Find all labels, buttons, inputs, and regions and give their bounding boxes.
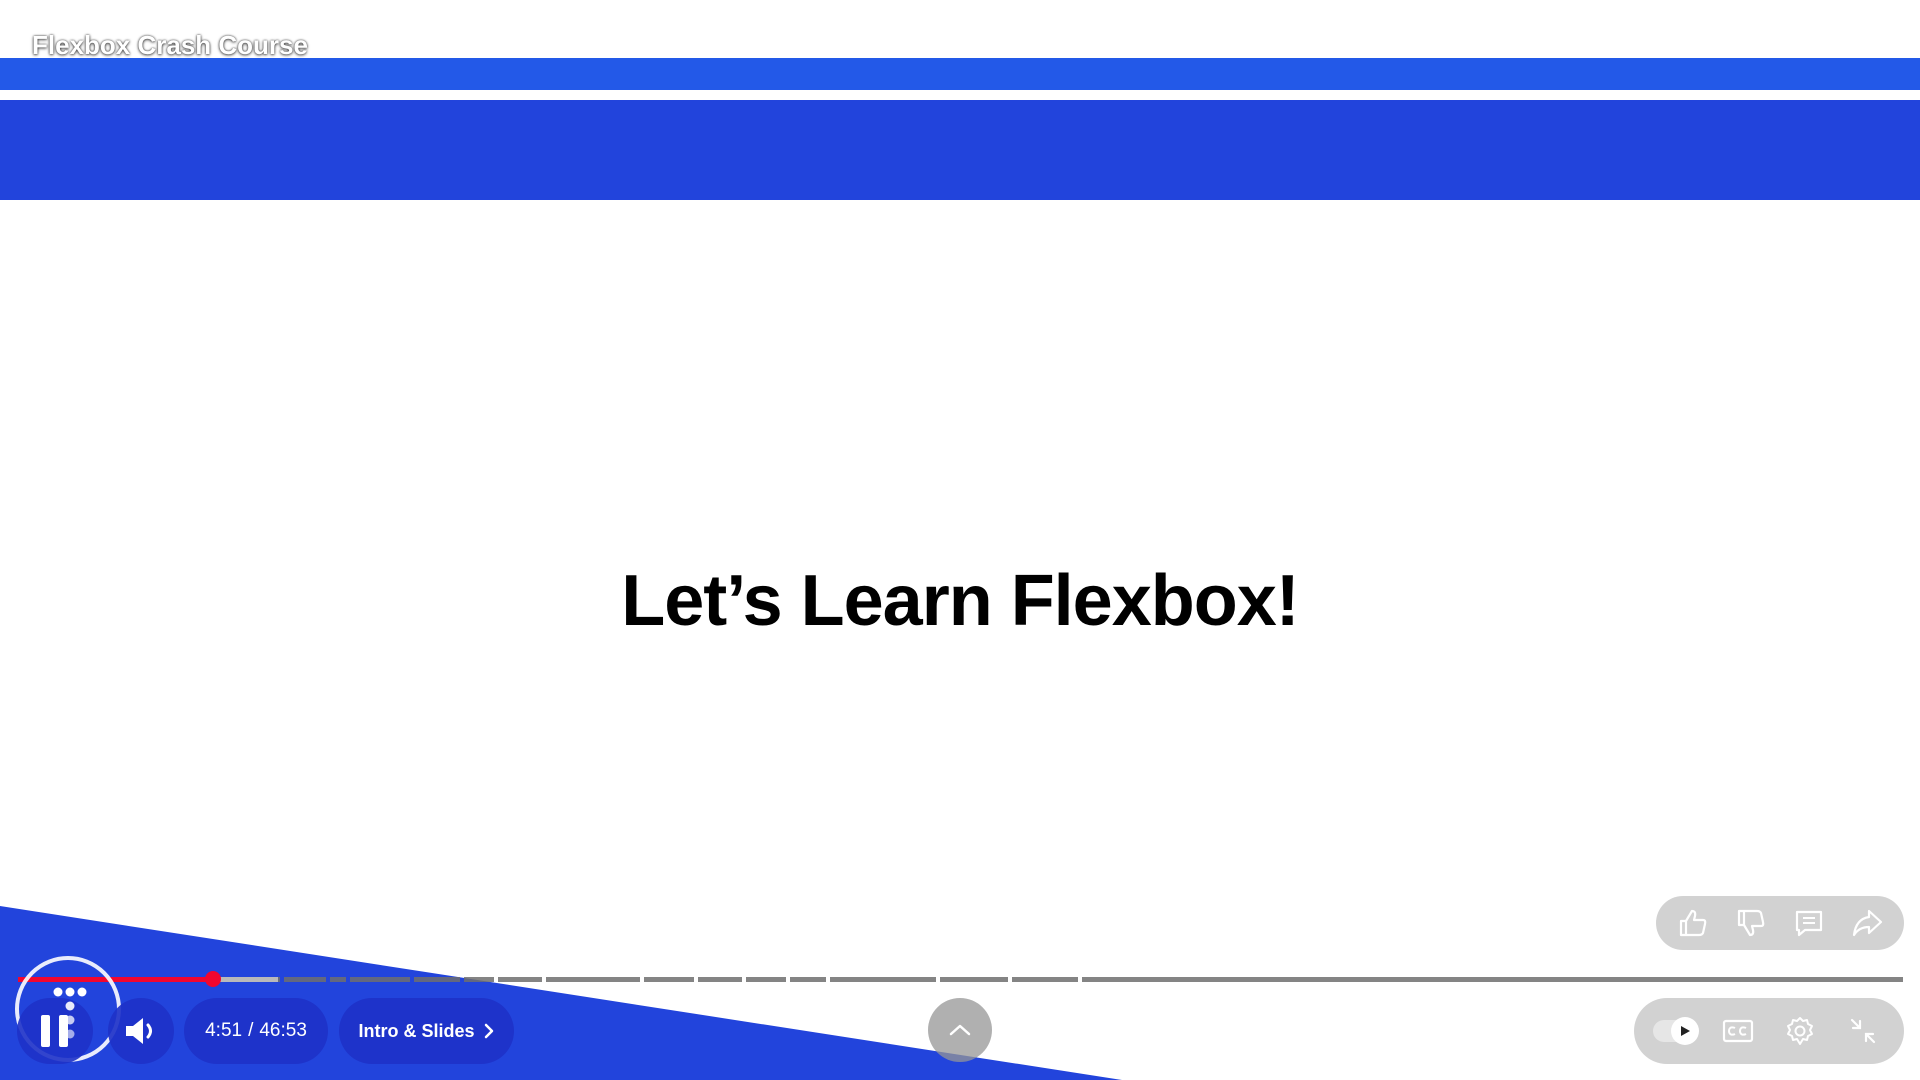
chevron-right-icon xyxy=(484,1023,493,1039)
volume-icon xyxy=(126,1018,152,1044)
slide-banner-thin xyxy=(0,58,1920,90)
video-player[interactable]: Let’s Learn Flexbox! Flexbox Crash Cours… xyxy=(0,0,1920,1080)
exit-fullscreen-button[interactable] xyxy=(1837,1005,1889,1057)
autoplay-knob xyxy=(1671,1017,1700,1045)
settings-controls xyxy=(1634,998,1904,1064)
chapter-segment[interactable] xyxy=(284,977,326,982)
settings-button[interactable] xyxy=(1774,1005,1826,1057)
chapter-segment[interactable] xyxy=(746,977,786,982)
like-button[interactable] xyxy=(1667,897,1719,949)
like-icon xyxy=(1679,909,1707,937)
chapter-segment[interactable] xyxy=(1082,977,1903,982)
chapter-segment[interactable] xyxy=(644,977,694,982)
comments-button[interactable] xyxy=(1783,897,1835,949)
video-title[interactable]: Flexbox Crash Course xyxy=(32,30,308,61)
volume-button[interactable] xyxy=(108,998,174,1064)
time-display: 4:51 / 46:53 xyxy=(184,998,328,1064)
chapter-segment[interactable] xyxy=(498,977,542,982)
share-icon xyxy=(1852,909,1883,937)
dislike-button[interactable] xyxy=(1725,897,1777,949)
current-time: 4:51 xyxy=(205,1020,243,1041)
chapter-segment[interactable] xyxy=(464,977,494,982)
action-buttons xyxy=(1656,896,1904,950)
chapter-button[interactable]: Intro & Slides xyxy=(339,998,514,1064)
chapter-segment[interactable] xyxy=(830,977,936,982)
autoplay-button[interactable] xyxy=(1649,1005,1701,1057)
play-icon xyxy=(1681,1026,1691,1036)
chapter-segment[interactable] xyxy=(414,977,460,982)
chapter-segment[interactable] xyxy=(940,977,1008,982)
dislike-icon xyxy=(1737,909,1765,937)
chapter-segment[interactable] xyxy=(1012,977,1078,982)
chapter-label: Intro & Slides xyxy=(358,1020,475,1041)
chapter-segment[interactable] xyxy=(330,977,346,982)
chapter-segment[interactable] xyxy=(790,977,826,982)
slide-heading: Let’s Learn Flexbox! xyxy=(621,561,1300,641)
chevron-up-icon xyxy=(949,1024,971,1036)
settings-gear-icon xyxy=(1787,1017,1814,1045)
chapter-segment[interactable] xyxy=(350,977,410,982)
duration: 46:53 xyxy=(259,1020,307,1041)
time-separator: / xyxy=(248,1020,254,1041)
chapter-segment[interactable] xyxy=(698,977,742,982)
slide-banner-thick xyxy=(0,100,1920,200)
share-button[interactable] xyxy=(1841,897,1893,949)
progress-bar[interactable] xyxy=(18,971,1903,987)
scrubber-handle[interactable] xyxy=(204,971,221,987)
expand-button[interactable] xyxy=(928,998,992,1062)
chapter-segment[interactable] xyxy=(546,977,640,982)
loading-dots-icon xyxy=(53,987,87,1039)
comments-icon xyxy=(1795,910,1823,937)
autoplay-toggle[interactable] xyxy=(1653,1017,1700,1045)
exit-fullscreen-icon xyxy=(1850,1018,1875,1044)
captions-icon xyxy=(1722,1019,1753,1043)
captions-button[interactable] xyxy=(1712,1005,1764,1057)
